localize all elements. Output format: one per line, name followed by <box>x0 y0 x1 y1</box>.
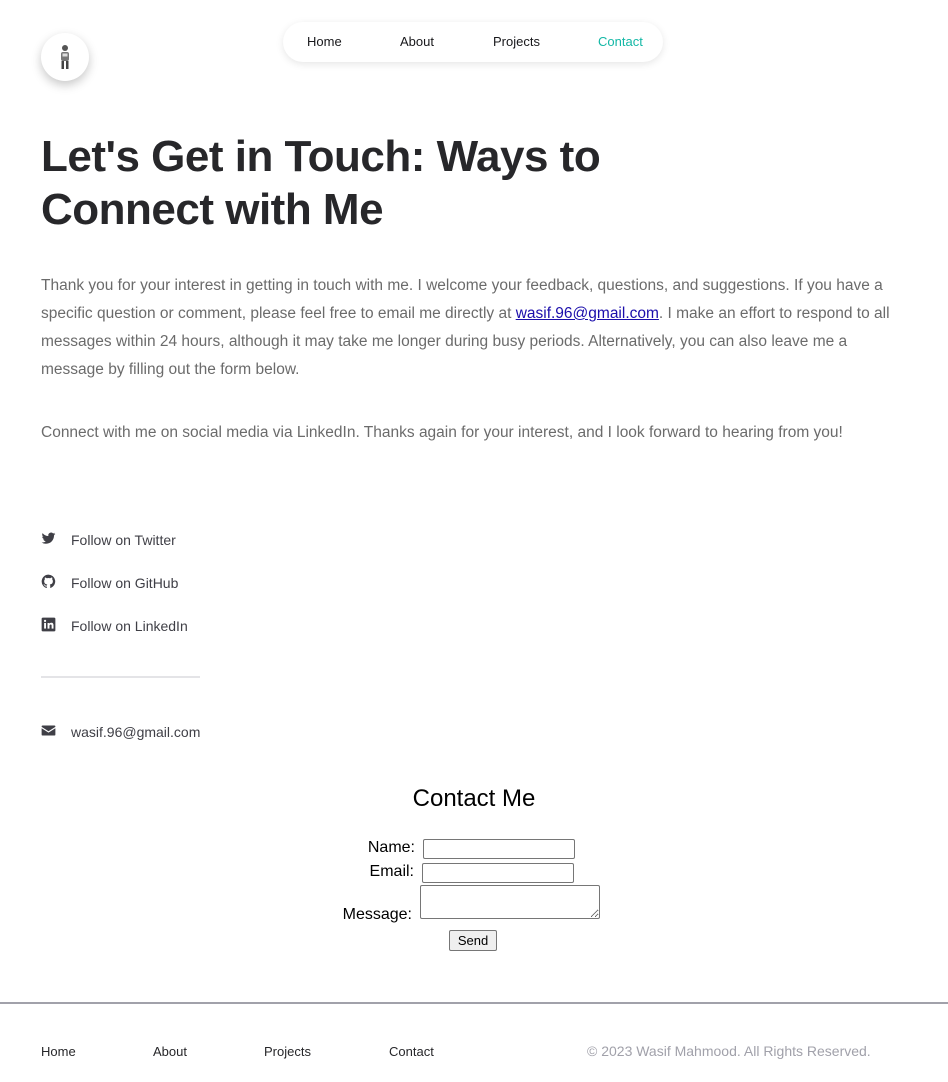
linkedin-icon <box>41 617 56 632</box>
twitter-label: Follow on Twitter <box>71 532 176 548</box>
email-contact-label: wasif.96@gmail.com <box>71 724 201 740</box>
top-nav: Home About Projects Contact <box>283 22 663 62</box>
intro-email-link[interactable]: wasif.96@gmail.com <box>516 305 659 322</box>
page-title: Let's Get in Touch: Ways to Connect with… <box>41 132 601 234</box>
name-label: Name: <box>367 839 415 856</box>
footer-link-projects[interactable]: Projects <box>264 1044 311 1059</box>
form-title: Contact Me <box>412 785 536 812</box>
avatar-figure-icon <box>61 45 69 69</box>
copyright: © 2023 Wasif Mahmood. All Rights Reserve… <box>587 1043 871 1059</box>
send-button[interactable]: Send <box>449 930 497 951</box>
email-input[interactable] <box>422 863 574 883</box>
name-input[interactable] <box>423 839 575 859</box>
divider <box>41 676 200 678</box>
linkedin-label: Follow on LinkedIn <box>71 618 188 634</box>
github-icon <box>41 574 56 589</box>
intro-paragraph: Thank you for your interest in getting i… <box>41 272 911 384</box>
envelope-icon <box>41 725 56 736</box>
footer-divider <box>0 1002 948 1004</box>
footer-link-about[interactable]: About <box>153 1044 187 1059</box>
nav-projects[interactable]: Projects <box>493 34 540 50</box>
nav-about[interactable]: About <box>400 34 434 50</box>
nav-contact[interactable]: Contact <box>598 34 643 50</box>
footer-link-home[interactable]: Home <box>41 1044 76 1059</box>
message-textarea[interactable] <box>420 885 600 919</box>
social-note: Connect with me on social media via Link… <box>41 424 843 441</box>
message-label: Message: <box>342 906 412 923</box>
avatar[interactable] <box>41 33 89 81</box>
twitter-icon <box>41 532 56 544</box>
nav-home[interactable]: Home <box>307 34 342 50</box>
footer-link-contact[interactable]: Contact <box>389 1044 434 1059</box>
email-label: Email: <box>369 863 414 880</box>
github-label: Follow on GitHub <box>71 575 179 591</box>
